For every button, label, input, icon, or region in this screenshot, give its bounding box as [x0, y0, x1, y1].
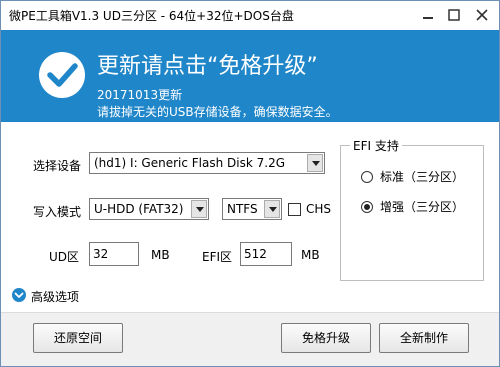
upgrade-button[interactable]: 免格升级 — [281, 323, 371, 353]
mode-dropdown-button[interactable] — [191, 200, 207, 218]
efi-standard-label[interactable]: 标准（三分区） — [380, 168, 464, 185]
device-dropdown-button[interactable] — [307, 154, 323, 172]
filesystem-select[interactable]: NTFS — [222, 198, 282, 220]
chs-checkbox[interactable] — [288, 203, 301, 216]
maximize-button[interactable] — [445, 7, 463, 23]
ud-size-field[interactable] — [89, 242, 139, 266]
restore-space-button[interactable]: 还原空间 — [33, 323, 123, 353]
efi-standard-radio[interactable] — [361, 171, 373, 183]
chevron-down-circle-icon[interactable] — [12, 288, 26, 302]
mode-select[interactable]: U-HDD (FAT32) — [89, 198, 209, 220]
banner-note: 请拔掉无关的USB存储设备，确保数据安全。 — [97, 105, 338, 119]
device-select[interactable]: (hd1) I: Generic Flash Disk 7.2G — [89, 152, 325, 174]
title-bar: 微PE工具箱V1.3 UD三分区 - 64位+32位+DOS台盘 — [1, 1, 499, 29]
banner-headline: 更新请点击“免格升级” — [97, 54, 318, 79]
main-content: 选择设备 (hd1) I: Generic Flash Disk 7.2G 写入… — [1, 122, 499, 312]
filesystem-select-value: NTFS — [227, 202, 258, 216]
banner-date: 20171013更新 — [97, 88, 183, 102]
ud-unit: MB — [151, 248, 170, 262]
close-button[interactable] — [473, 7, 491, 23]
advanced-options-link[interactable]: 高级选项 — [31, 288, 79, 305]
maximize-icon — [448, 9, 460, 21]
window-title: 微PE工具箱V1.3 UD三分区 - 64位+32位+DOS台盘 — [9, 9, 294, 23]
chevron-down-icon — [196, 207, 204, 212]
device-label: 选择设备 — [33, 159, 82, 173]
minimize-icon — [423, 17, 433, 19]
app-window: 微PE工具箱V1.3 UD三分区 - 64位+32位+DOS台盘 更新请点击“免… — [0, 0, 500, 367]
efi-enhanced-radio[interactable] — [361, 201, 373, 213]
close-icon — [476, 9, 488, 21]
filesystem-dropdown-button[interactable] — [264, 200, 280, 218]
footer-bar: 还原空间 免格升级 全新制作 — [1, 312, 499, 366]
check-circle-icon — [39, 52, 85, 98]
efi-support-group: EFI 支持 标准（三分区） 增强（三分区） — [340, 137, 484, 281]
chevron-down-icon — [269, 207, 277, 212]
minimize-button[interactable] — [419, 7, 437, 23]
efi-enhanced-label[interactable]: 增强（三分区） — [380, 198, 464, 215]
device-select-value: (hd1) I: Generic Flash Disk 7.2G — [94, 156, 286, 170]
header-banner: 更新请点击“免格升级” 20171013更新 请拔掉无关的USB存储设备，确保数… — [1, 30, 499, 122]
efi-size-input[interactable] — [241, 243, 291, 265]
efi-support-legend: EFI 支持 — [350, 137, 402, 154]
ud-label: UD区 — [49, 250, 80, 264]
efi-unit: MB — [301, 248, 320, 262]
ud-size-input[interactable] — [90, 243, 138, 265]
efi-size-label: EFI区 — [202, 250, 233, 264]
mode-label: 写入模式 — [33, 205, 82, 219]
chevron-down-icon — [312, 161, 320, 166]
efi-size-field[interactable] — [240, 242, 292, 266]
mode-select-value: U-HDD (FAT32) — [94, 202, 184, 216]
chs-label: CHS — [306, 202, 332, 216]
new-install-button[interactable]: 全新制作 — [379, 323, 469, 353]
